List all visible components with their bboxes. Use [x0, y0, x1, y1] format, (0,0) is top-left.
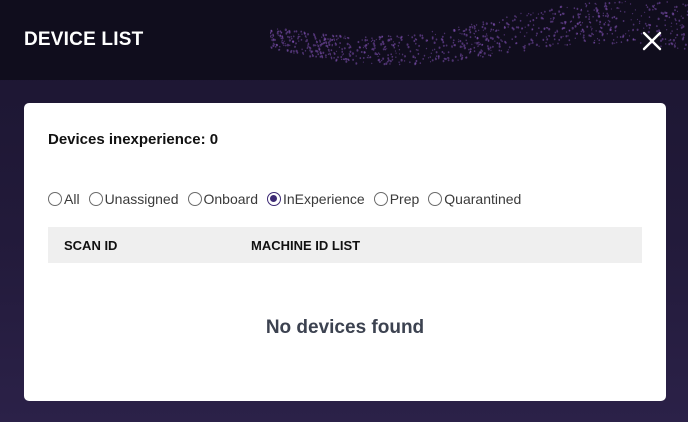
modal-title: DEVICE LIST	[24, 29, 144, 50]
status-filter-group: All Unassigned Onboard InExperience Prep…	[48, 191, 530, 207]
filter-prep[interactable]: Prep	[373, 191, 420, 207]
filter-all[interactable]: All	[48, 191, 80, 207]
radio-unassigned[interactable]	[88, 192, 103, 206]
empty-state-message: No devices found	[265, 317, 425, 338]
device-list-card: Devices inexperience: 0 All Unassigned O…	[24, 103, 666, 401]
filter-inexperience-label: InExperience	[282, 191, 365, 207]
device-table-header: SCAN ID MACHINE ID LIST	[48, 227, 642, 263]
filter-prep-label: Prep	[389, 191, 420, 207]
radio-onboard[interactable]	[187, 192, 202, 206]
filter-onboard[interactable]: Onboard	[187, 191, 258, 207]
radio-quarantined[interactable]	[428, 192, 443, 206]
filter-unassigned-label: Unassigned	[104, 191, 179, 207]
filter-inexperience[interactable]: InExperience	[266, 191, 365, 207]
filter-quarantined[interactable]: Quarantined	[428, 191, 521, 207]
devices-count-label: Devices inexperience: 0	[48, 131, 219, 148]
filter-onboard-label: Onboard	[203, 191, 258, 207]
radio-inexperience[interactable]	[266, 192, 281, 206]
radio-all[interactable]	[48, 192, 62, 206]
filter-quarantined-label: Quarantined	[444, 191, 522, 207]
particle-wave-decoration	[270, 0, 688, 66]
filter-unassigned[interactable]: Unassigned	[88, 191, 179, 207]
modal-header: DEVICE LIST	[0, 0, 688, 80]
column-header-machine-id-list[interactable]: MACHINE ID LIST	[251, 238, 360, 253]
filter-all-label: All	[64, 191, 80, 207]
radio-prep[interactable]	[373, 192, 388, 206]
column-header-scan-id[interactable]: SCAN ID	[64, 238, 117, 253]
close-icon[interactable]	[640, 29, 664, 53]
device-list-modal: DEVICE LIST Devices inexperience: 0 All …	[0, 0, 688, 422]
